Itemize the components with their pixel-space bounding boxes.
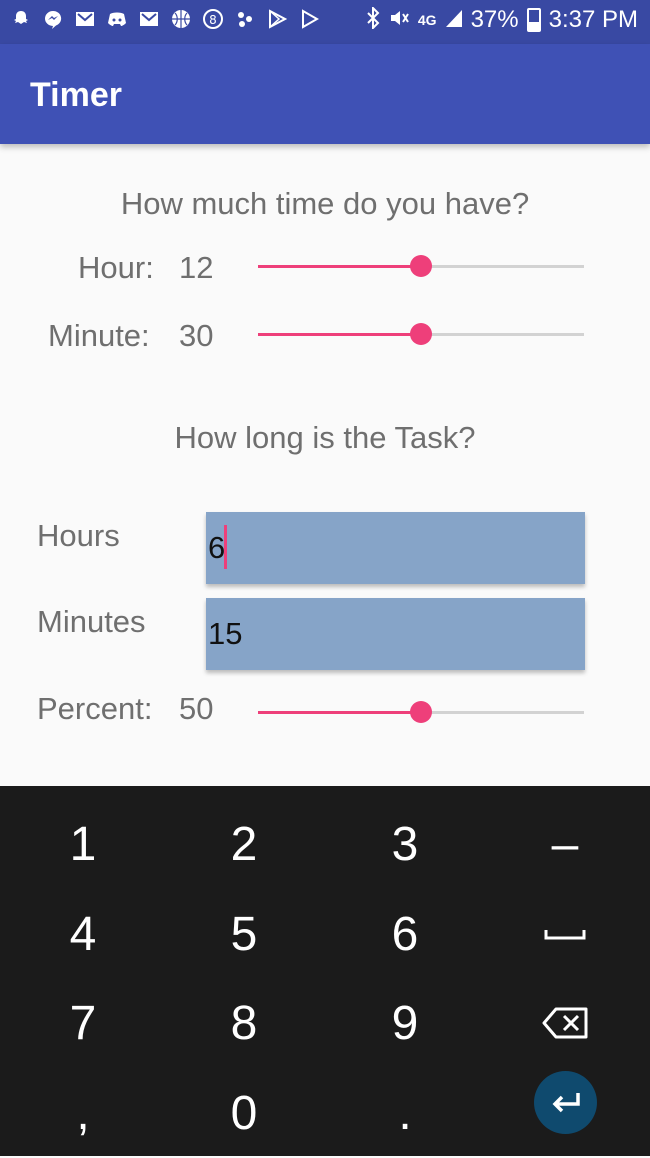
minute-slider[interactable] bbox=[258, 322, 584, 346]
minute-value: 30 bbox=[179, 318, 214, 353]
app-bar: Timer bbox=[0, 44, 650, 144]
slider-thumb[interactable] bbox=[410, 701, 432, 723]
hours-label: Hours bbox=[37, 518, 120, 553]
key-backspace[interactable] bbox=[484, 978, 646, 1068]
bluetooth-icon bbox=[366, 5, 380, 34]
minutes-input[interactable] bbox=[206, 598, 585, 670]
enter-key[interactable] bbox=[534, 1071, 597, 1134]
key-7[interactable]: 7 bbox=[2, 978, 164, 1068]
messenger-icon bbox=[42, 8, 64, 30]
text-cursor bbox=[224, 525, 227, 569]
key-2[interactable]: 2 bbox=[163, 799, 325, 889]
slider-fill bbox=[258, 711, 421, 714]
discord-icon bbox=[106, 8, 128, 30]
key-minus[interactable]: – bbox=[484, 799, 646, 889]
minutes-field[interactable] bbox=[206, 598, 585, 670]
notification-icon bbox=[234, 8, 256, 30]
status-bar: 8 4G 37% 3:37 PM bbox=[0, 0, 650, 44]
clock: 3:37 PM bbox=[548, 6, 638, 33]
svg-text:8: 8 bbox=[209, 13, 217, 27]
play-icon bbox=[298, 8, 320, 30]
key-space[interactable] bbox=[484, 889, 646, 979]
hour-slider[interactable] bbox=[258, 254, 584, 278]
notification-icons: 8 bbox=[10, 8, 320, 30]
percent-label: Percent: bbox=[37, 691, 153, 726]
key-period[interactable]: . bbox=[324, 1068, 486, 1158]
key-9[interactable]: 9 bbox=[324, 978, 486, 1068]
hour-label: Hour: bbox=[78, 250, 154, 285]
key-8[interactable]: 8 bbox=[163, 978, 325, 1068]
key-5[interactable]: 5 bbox=[163, 889, 325, 979]
network-type: 4G bbox=[417, 12, 437, 28]
gmail-icon bbox=[138, 8, 160, 30]
space-icon bbox=[544, 930, 586, 940]
hour-value: 12 bbox=[179, 250, 214, 285]
system-status: 4G 37% 3:37 PM bbox=[366, 5, 638, 34]
slider-fill bbox=[258, 265, 421, 268]
percent-slider[interactable] bbox=[258, 700, 584, 724]
key-3[interactable]: 3 bbox=[324, 799, 486, 889]
slider-thumb[interactable] bbox=[410, 255, 432, 277]
enter-icon bbox=[552, 1092, 580, 1112]
snapchat-icon bbox=[10, 8, 32, 30]
mute-icon bbox=[388, 7, 410, 34]
slider-thumb[interactable] bbox=[410, 323, 432, 345]
key-0[interactable]: 0 bbox=[163, 1068, 325, 1158]
battery-percent: 37% bbox=[470, 6, 519, 33]
minute-label: Minute: bbox=[48, 318, 150, 353]
minutes-label: Minutes bbox=[37, 604, 146, 639]
gmail-icon bbox=[74, 8, 96, 30]
signal-icon bbox=[445, 8, 463, 33]
app-title: Timer bbox=[30, 76, 122, 114]
backspace-icon bbox=[542, 1007, 588, 1039]
task-length-title: How long is the Task? bbox=[174, 420, 476, 455]
key-6[interactable]: 6 bbox=[324, 889, 486, 979]
hours-field[interactable] bbox=[206, 512, 585, 584]
basketball-icon bbox=[170, 8, 192, 30]
key-1[interactable]: 1 bbox=[2, 799, 164, 889]
play-store-icon bbox=[266, 8, 288, 30]
percent-value: 50 bbox=[179, 691, 214, 726]
hours-input[interactable] bbox=[206, 512, 585, 584]
battery-icon bbox=[526, 8, 541, 32]
slider-fill bbox=[258, 333, 421, 336]
8ball-icon: 8 bbox=[202, 8, 224, 30]
key-comma[interactable]: , bbox=[2, 1068, 164, 1158]
time-available-title: How much time do you have? bbox=[120, 186, 530, 221]
key-4[interactable]: 4 bbox=[2, 889, 164, 979]
